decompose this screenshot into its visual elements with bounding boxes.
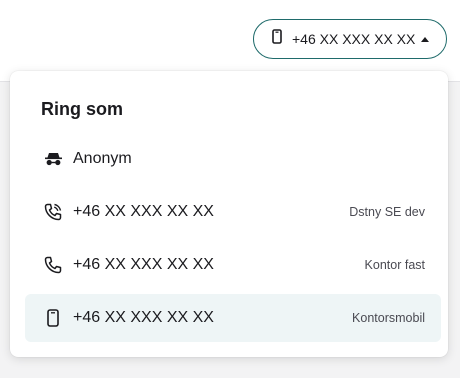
caller-id-number: +46 XX XXX XX XX [292, 31, 416, 47]
option-label: +46 XX XXX XX XX [73, 203, 214, 220]
call-as-dropdown: Ring som Anonym +46 XX XXX XX XX Dstny S… [10, 71, 448, 357]
option-kontor-fast[interactable]: +46 XX XXX XX XX Kontor fast [25, 241, 441, 289]
phone-icon [43, 255, 63, 275]
caret-up-icon [421, 36, 430, 42]
option-label: Anonym [73, 150, 132, 167]
dropdown-title: Ring som [41, 99, 124, 119]
caller-id-button[interactable]: +46 XX XXX XX XX [253, 19, 447, 59]
option-tag: Dstny SE dev [349, 205, 425, 219]
mobile-phone-icon [272, 29, 282, 49]
option-tag: Kontor fast [364, 258, 425, 272]
incognito-icon [43, 149, 63, 169]
option-label: +46 XX XXX XX XX [73, 256, 214, 273]
option-label: +46 XX XXX XX XX [73, 309, 214, 326]
top-bar: +46 XX XXX XX XX [0, 0, 460, 82]
option-dstny-se-dev[interactable]: +46 XX XXX XX XX Dstny SE dev [25, 188, 441, 236]
option-kontorsmobil[interactable]: +46 XX XXX XX XX Kontorsmobil [25, 294, 441, 342]
phone-forward-icon [43, 202, 63, 222]
option-anonymous[interactable]: Anonym [25, 135, 441, 183]
option-tag: Kontorsmobil [352, 311, 425, 325]
mobile-phone-icon [43, 308, 63, 328]
